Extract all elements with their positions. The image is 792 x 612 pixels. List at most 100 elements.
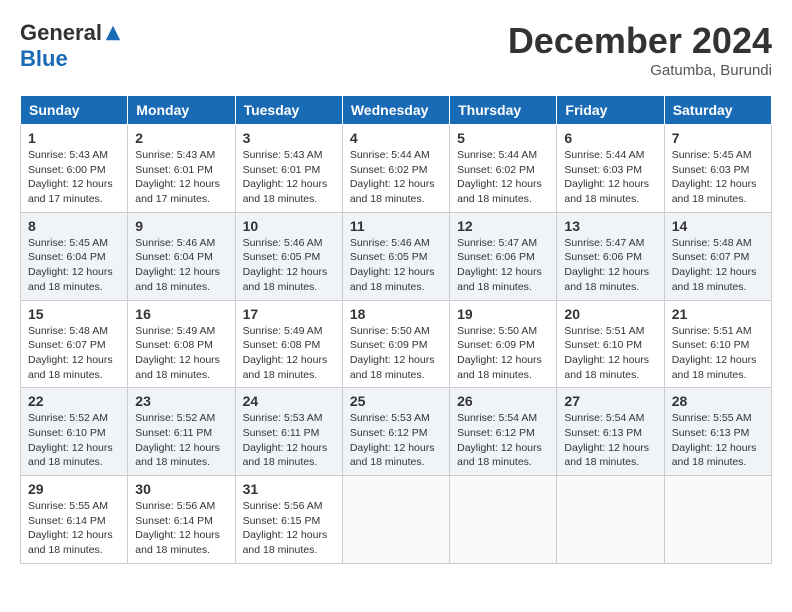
day-info: Sunrise: 5:47 AM Sunset: 6:06 PM Dayligh… bbox=[457, 236, 549, 295]
sunset-label: Sunset: 6:03 PM bbox=[564, 164, 642, 176]
calendar-cell: 12 Sunrise: 5:47 AM Sunset: 6:06 PM Dayl… bbox=[450, 212, 557, 300]
day-info: Sunrise: 5:51 AM Sunset: 6:10 PM Dayligh… bbox=[672, 324, 764, 383]
sunrise-label: Sunrise: 5:53 AM bbox=[243, 412, 323, 424]
day-info: Sunrise: 5:49 AM Sunset: 6:08 PM Dayligh… bbox=[135, 324, 227, 383]
calendar-cell: 4 Sunrise: 5:44 AM Sunset: 6:02 PM Dayli… bbox=[342, 125, 449, 213]
sunset-label: Sunset: 6:03 PM bbox=[672, 164, 750, 176]
daylight-label: Daylight: 12 hours and 18 minutes. bbox=[350, 266, 435, 293]
calendar-cell: 14 Sunrise: 5:48 AM Sunset: 6:07 PM Dayl… bbox=[664, 212, 771, 300]
sunset-label: Sunset: 6:09 PM bbox=[457, 339, 535, 351]
sunset-label: Sunset: 6:05 PM bbox=[350, 251, 428, 263]
day-number: 28 bbox=[672, 393, 764, 409]
sunrise-label: Sunrise: 5:44 AM bbox=[564, 149, 644, 161]
sunrise-label: Sunrise: 5:47 AM bbox=[564, 237, 644, 249]
sunrise-label: Sunrise: 5:45 AM bbox=[672, 149, 752, 161]
calendar-cell: 21 Sunrise: 5:51 AM Sunset: 6:10 PM Dayl… bbox=[664, 300, 771, 388]
sunset-label: Sunset: 6:11 PM bbox=[135, 427, 212, 439]
calendar-cell: 6 Sunrise: 5:44 AM Sunset: 6:03 PM Dayli… bbox=[557, 125, 664, 213]
day-info: Sunrise: 5:46 AM Sunset: 6:05 PM Dayligh… bbox=[350, 236, 442, 295]
daylight-label: Daylight: 12 hours and 18 minutes. bbox=[28, 266, 113, 293]
day-number: 14 bbox=[672, 218, 764, 234]
daylight-label: Daylight: 12 hours and 18 minutes. bbox=[672, 266, 757, 293]
sunrise-label: Sunrise: 5:51 AM bbox=[564, 325, 644, 337]
sunset-label: Sunset: 6:08 PM bbox=[135, 339, 213, 351]
sunset-label: Sunset: 6:02 PM bbox=[350, 164, 428, 176]
day-number: 26 bbox=[457, 393, 549, 409]
header-thursday: Thursday bbox=[450, 96, 557, 125]
sunrise-label: Sunrise: 5:46 AM bbox=[135, 237, 215, 249]
daylight-label: Daylight: 12 hours and 18 minutes. bbox=[135, 442, 220, 469]
calendar-cell bbox=[664, 476, 771, 564]
calendar-cell: 29 Sunrise: 5:55 AM Sunset: 6:14 PM Dayl… bbox=[21, 476, 128, 564]
sunrise-label: Sunrise: 5:55 AM bbox=[28, 500, 108, 512]
daylight-label: Daylight: 12 hours and 18 minutes. bbox=[564, 178, 649, 205]
day-info: Sunrise: 5:46 AM Sunset: 6:04 PM Dayligh… bbox=[135, 236, 227, 295]
daylight-label: Daylight: 12 hours and 18 minutes. bbox=[457, 178, 542, 205]
day-info: Sunrise: 5:50 AM Sunset: 6:09 PM Dayligh… bbox=[457, 324, 549, 383]
calendar-cell: 16 Sunrise: 5:49 AM Sunset: 6:08 PM Dayl… bbox=[128, 300, 235, 388]
day-info: Sunrise: 5:45 AM Sunset: 6:03 PM Dayligh… bbox=[672, 148, 764, 207]
daylight-label: Daylight: 12 hours and 18 minutes. bbox=[564, 442, 649, 469]
day-info: Sunrise: 5:48 AM Sunset: 6:07 PM Dayligh… bbox=[672, 236, 764, 295]
sunrise-label: Sunrise: 5:47 AM bbox=[457, 237, 537, 249]
day-number: 6 bbox=[564, 130, 656, 146]
daylight-label: Daylight: 12 hours and 18 minutes. bbox=[564, 266, 649, 293]
day-info: Sunrise: 5:50 AM Sunset: 6:09 PM Dayligh… bbox=[350, 324, 442, 383]
week-row-3: 15 Sunrise: 5:48 AM Sunset: 6:07 PM Dayl… bbox=[21, 300, 772, 388]
day-info: Sunrise: 5:55 AM Sunset: 6:13 PM Dayligh… bbox=[672, 411, 764, 470]
daylight-label: Daylight: 12 hours and 17 minutes. bbox=[28, 178, 113, 205]
sunset-label: Sunset: 6:10 PM bbox=[672, 339, 750, 351]
page-header: General Blue December 2024 Gatumba, Buru… bbox=[20, 20, 772, 79]
daylight-label: Daylight: 12 hours and 18 minutes. bbox=[564, 354, 649, 381]
calendar-header-row: SundayMondayTuesdayWednesdayThursdayFrid… bbox=[21, 96, 772, 125]
daylight-label: Daylight: 12 hours and 18 minutes. bbox=[243, 529, 328, 556]
day-number: 27 bbox=[564, 393, 656, 409]
month-title: December 2024 bbox=[508, 20, 772, 62]
sunrise-label: Sunrise: 5:48 AM bbox=[672, 237, 752, 249]
day-info: Sunrise: 5:45 AM Sunset: 6:04 PM Dayligh… bbox=[28, 236, 120, 295]
calendar-cell bbox=[557, 476, 664, 564]
calendar-cell: 10 Sunrise: 5:46 AM Sunset: 6:05 PM Dayl… bbox=[235, 212, 342, 300]
location: Gatumba, Burundi bbox=[508, 62, 772, 79]
daylight-label: Daylight: 12 hours and 18 minutes. bbox=[350, 178, 435, 205]
sunrise-label: Sunrise: 5:48 AM bbox=[28, 325, 108, 337]
calendar-cell bbox=[342, 476, 449, 564]
header-tuesday: Tuesday bbox=[235, 96, 342, 125]
day-number: 5 bbox=[457, 130, 549, 146]
daylight-label: Daylight: 12 hours and 18 minutes. bbox=[243, 442, 328, 469]
sunrise-label: Sunrise: 5:53 AM bbox=[350, 412, 430, 424]
day-number: 9 bbox=[135, 218, 227, 234]
header-friday: Friday bbox=[557, 96, 664, 125]
sunset-label: Sunset: 6:11 PM bbox=[243, 427, 320, 439]
day-info: Sunrise: 5:43 AM Sunset: 6:00 PM Dayligh… bbox=[28, 148, 120, 207]
day-info: Sunrise: 5:56 AM Sunset: 6:14 PM Dayligh… bbox=[135, 499, 227, 558]
logo-general-text: General bbox=[20, 20, 102, 46]
sunrise-label: Sunrise: 5:51 AM bbox=[672, 325, 752, 337]
calendar-table: SundayMondayTuesdayWednesdayThursdayFrid… bbox=[20, 95, 772, 564]
sunset-label: Sunset: 6:07 PM bbox=[28, 339, 106, 351]
day-number: 1 bbox=[28, 130, 120, 146]
day-number: 30 bbox=[135, 481, 227, 497]
sunset-label: Sunset: 6:13 PM bbox=[672, 427, 750, 439]
day-info: Sunrise: 5:53 AM Sunset: 6:11 PM Dayligh… bbox=[243, 411, 335, 470]
calendar-cell: 8 Sunrise: 5:45 AM Sunset: 6:04 PM Dayli… bbox=[21, 212, 128, 300]
sunset-label: Sunset: 6:12 PM bbox=[350, 427, 428, 439]
day-info: Sunrise: 5:46 AM Sunset: 6:05 PM Dayligh… bbox=[243, 236, 335, 295]
sunrise-label: Sunrise: 5:43 AM bbox=[135, 149, 215, 161]
day-info: Sunrise: 5:56 AM Sunset: 6:15 PM Dayligh… bbox=[243, 499, 335, 558]
sunset-label: Sunset: 6:14 PM bbox=[28, 515, 106, 527]
sunset-label: Sunset: 6:13 PM bbox=[564, 427, 642, 439]
sunset-label: Sunset: 6:09 PM bbox=[350, 339, 428, 351]
daylight-label: Daylight: 12 hours and 18 minutes. bbox=[350, 442, 435, 469]
daylight-label: Daylight: 12 hours and 18 minutes. bbox=[457, 442, 542, 469]
day-info: Sunrise: 5:47 AM Sunset: 6:06 PM Dayligh… bbox=[564, 236, 656, 295]
daylight-label: Daylight: 12 hours and 18 minutes. bbox=[135, 529, 220, 556]
day-number: 12 bbox=[457, 218, 549, 234]
sunrise-label: Sunrise: 5:43 AM bbox=[243, 149, 323, 161]
daylight-label: Daylight: 12 hours and 18 minutes. bbox=[243, 354, 328, 381]
sunset-label: Sunset: 6:06 PM bbox=[564, 251, 642, 263]
day-info: Sunrise: 5:51 AM Sunset: 6:10 PM Dayligh… bbox=[564, 324, 656, 383]
sunrise-label: Sunrise: 5:44 AM bbox=[457, 149, 537, 161]
daylight-label: Daylight: 12 hours and 18 minutes. bbox=[28, 354, 113, 381]
logo-icon bbox=[104, 24, 122, 42]
